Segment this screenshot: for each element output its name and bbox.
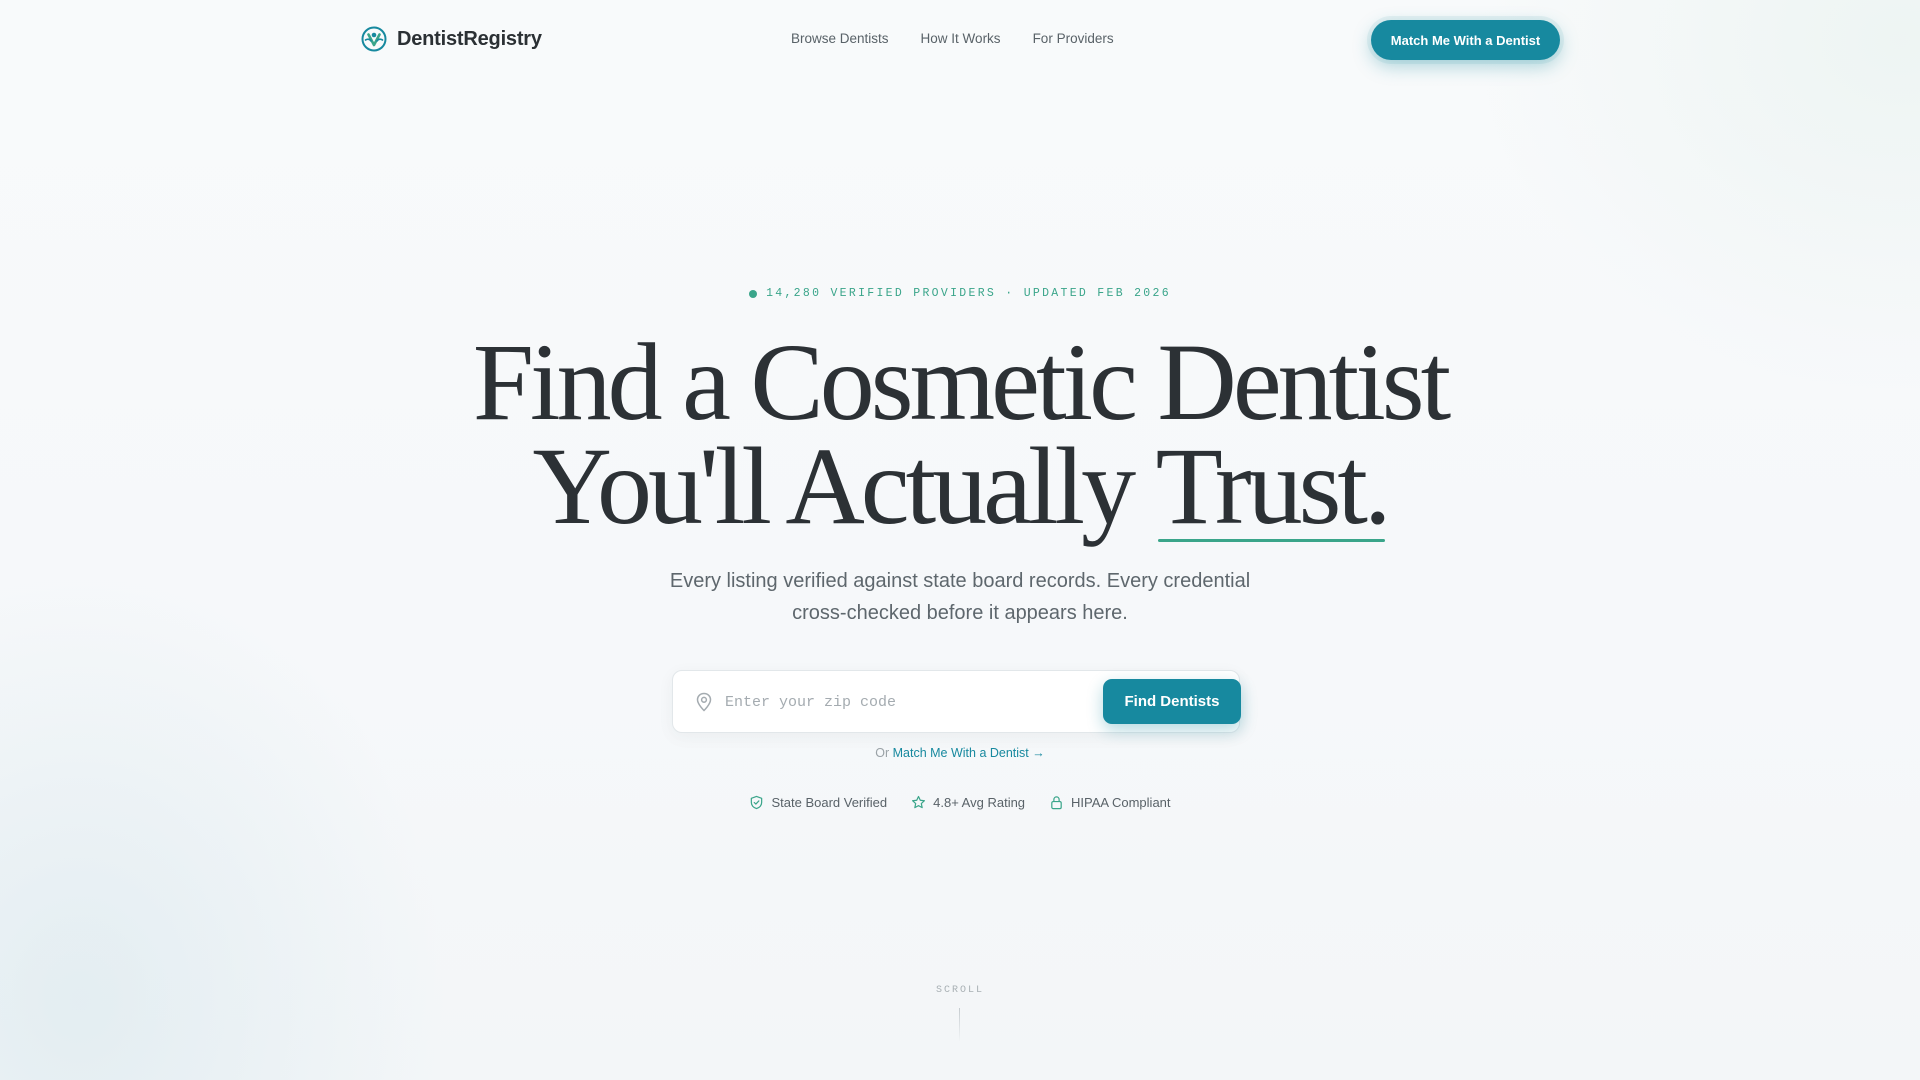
- headline-line-1: Find a Cosmetic Dentist: [472, 321, 1451, 443]
- brand-name: DentistRegistry: [397, 27, 542, 50]
- scroll-label: SCROLL: [935, 985, 984, 996]
- match-me-link[interactable]: Match Me With a Dentist →: [893, 746, 1045, 760]
- status-dot-icon: [749, 289, 758, 298]
- trust-badges: State Board Verified 4.8+ Avg Rating HIP…: [0, 795, 1920, 810]
- brand-logo[interactable]: DentistRegistry: [361, 26, 542, 52]
- scroll-indicator-line: [959, 1008, 960, 1042]
- zip-code-input[interactable]: [725, 681, 1055, 723]
- alternate-cta: Or Match Me With a Dentist →: [0, 746, 1920, 760]
- nav-links: Browse Dentists How It Works For Provide…: [791, 31, 1114, 46]
- hero-subhead: Every listing verified against state boa…: [669, 570, 1251, 624]
- alternate-prefix: Or: [875, 746, 890, 760]
- hero-headline: Find a Cosmetic Dentist You'll Actually …: [0, 321, 1920, 547]
- headline-line-2: You'll Actually Trust.: [0, 425, 1920, 547]
- headline-accent-word: Trust.: [1155, 425, 1391, 547]
- shield-check-icon: [751, 795, 763, 810]
- find-dentists-button[interactable]: Find Dentists: [1103, 679, 1241, 724]
- trust-badge-label: State Board Verified: [771, 795, 888, 810]
- trust-badge-hipaa: HIPAA Compliant: [1049, 795, 1171, 810]
- trust-badge-label: 4.8+ Avg Rating: [933, 795, 1026, 810]
- headline-line-2-lead: You'll Actually: [532, 425, 1156, 547]
- trust-badge-label: HIPAA Compliant: [1071, 795, 1171, 810]
- provider-count-badge: 14,280 VERIFIED PROVIDERS · UPDATED FEB …: [0, 287, 1920, 300]
- eyebrow-text: 14,280 VERIFIED PROVIDERS · UPDATED FEB …: [766, 287, 1171, 300]
- lock-icon: [1051, 796, 1062, 810]
- nav-link-for-providers[interactable]: For Providers: [1033, 31, 1114, 46]
- zip-search-bar: Find Dentists: [672, 670, 1241, 733]
- trust-badge-rating: 4.8+ Avg Rating: [911, 795, 1025, 810]
- nav-link-browse-dentists[interactable]: Browse Dentists: [791, 31, 889, 46]
- nav-link-how-it-works[interactable]: How It Works: [921, 31, 1001, 46]
- tooth-logo-icon: [361, 26, 387, 52]
- star-icon: [912, 795, 926, 809]
- top-nav: DentistRegistry Browse Dentists How It W…: [0, 0, 1920, 80]
- map-pin-icon: [696, 692, 712, 712]
- match-me-nav-button[interactable]: Match Me With a Dentist: [1371, 20, 1560, 60]
- trust-badge-state-board: State Board Verified: [749, 795, 887, 810]
